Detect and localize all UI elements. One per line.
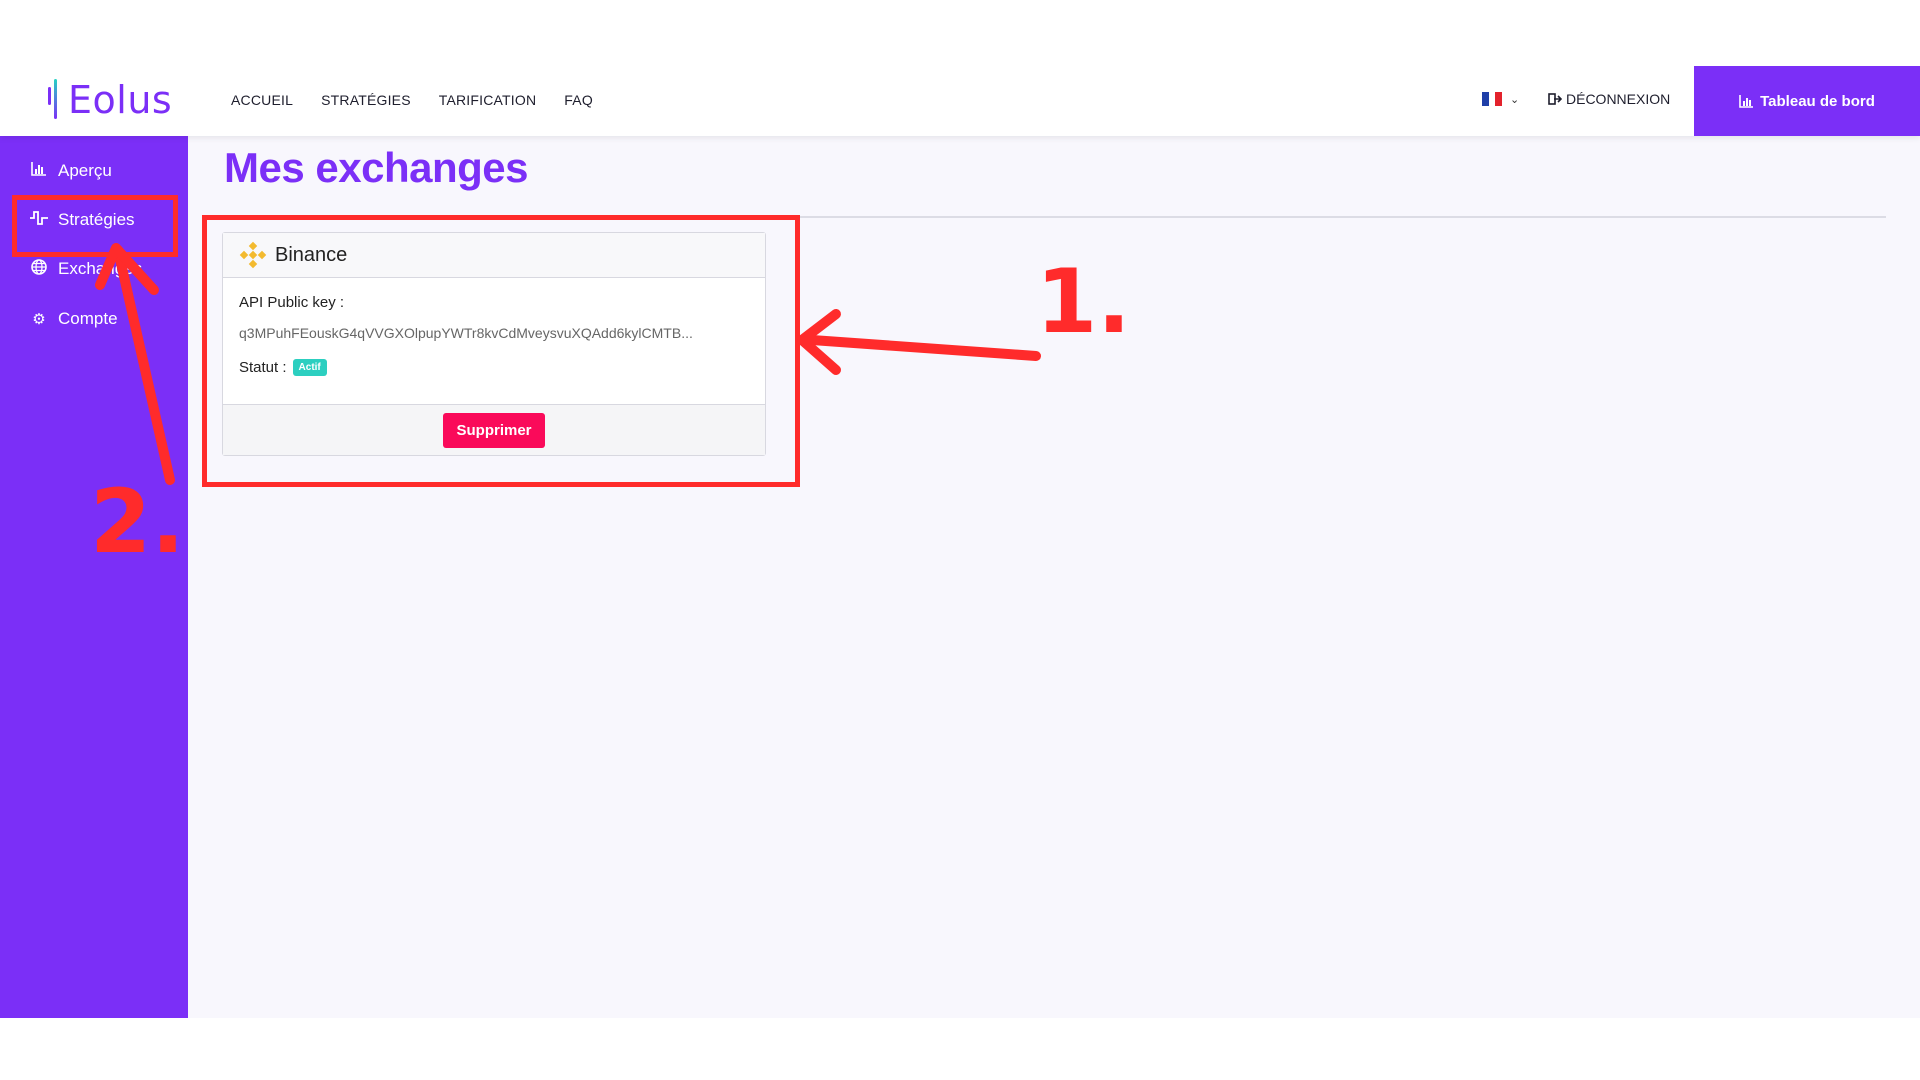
api-key-value: q3MPuhFEouskG4qVVGXOlpupYWTr8kvCdMveysvu… xyxy=(239,325,693,341)
logo-text: Eolus xyxy=(68,78,173,122)
sidebar-item-apercu[interactable]: Aperçu xyxy=(30,156,112,186)
sidebar-item-label: Stratégies xyxy=(58,210,135,229)
sidebar-item-label: Exchanges xyxy=(58,259,143,278)
app-window: Eolus ACCUEIL STRATÉGIES TARIFICATION FA… xyxy=(0,64,1920,1018)
binance-logo-icon xyxy=(239,241,267,269)
waveform-icon xyxy=(30,211,48,229)
api-key-label: API Public key : xyxy=(239,294,345,311)
chart-bar-icon xyxy=(1739,94,1754,108)
logo-mark-icon xyxy=(46,79,60,121)
exchange-name: Binance xyxy=(275,243,348,266)
gear-icon: ⚙ xyxy=(32,311,46,328)
delete-button[interactable]: Supprimer xyxy=(443,412,545,448)
sidebar: Aperçu Stratégies Exchanges ⚙ Compte xyxy=(0,136,188,1018)
title-divider xyxy=(218,216,1886,218)
card-footer: Supprimer xyxy=(223,404,765,455)
dashboard-button[interactable]: Tableau de bord xyxy=(1694,66,1920,136)
globe-icon xyxy=(30,259,48,279)
status-label: Statut : xyxy=(239,359,287,376)
nav-strategies[interactable]: STRATÉGIES xyxy=(321,92,411,108)
page-title: Mes exchanges xyxy=(224,144,529,191)
chart-bar-icon xyxy=(30,162,48,180)
card-header: Binance xyxy=(223,233,765,278)
language-selector[interactable]: ⌄ xyxy=(1482,92,1519,106)
sign-out-icon xyxy=(1548,93,1562,105)
exchange-card: Binance API Public key : q3MPuhFEouskG4q… xyxy=(222,232,766,456)
main-nav: ACCUEIL STRATÉGIES TARIFICATION FAQ xyxy=(231,92,593,108)
french-flag-icon xyxy=(1482,92,1503,106)
status-badge: Actif xyxy=(292,359,327,376)
dashboard-label: Tableau de bord xyxy=(1760,92,1875,110)
sidebar-item-label: Compte xyxy=(58,309,118,328)
nav-accueil[interactable]: ACCUEIL xyxy=(231,92,293,108)
card-body: API Public key : q3MPuhFEouskG4qVVGXOlpu… xyxy=(223,278,765,412)
sidebar-item-label: Aperçu xyxy=(58,161,112,180)
top-navbar: Eolus ACCUEIL STRATÉGIES TARIFICATION FA… xyxy=(0,64,1920,136)
nav-tarification[interactable]: TARIFICATION xyxy=(439,92,537,108)
nav-faq[interactable]: FAQ xyxy=(564,92,593,108)
sidebar-item-exchanges[interactable]: Exchanges xyxy=(30,254,142,284)
logout-link[interactable]: DÉCONNEXION xyxy=(1548,91,1670,107)
logo[interactable]: Eolus xyxy=(46,78,172,122)
status-row: Statut : Actif xyxy=(239,359,749,376)
chevron-down-icon: ⌄ xyxy=(1510,93,1520,106)
main-content: Mes exchanges Binance API Public key : q… xyxy=(188,136,1920,1018)
sidebar-item-strategies[interactable]: Stratégies xyxy=(30,205,135,235)
logout-label: DÉCONNEXION xyxy=(1566,91,1671,107)
sidebar-item-compte[interactable]: ⚙ Compte xyxy=(30,304,118,334)
